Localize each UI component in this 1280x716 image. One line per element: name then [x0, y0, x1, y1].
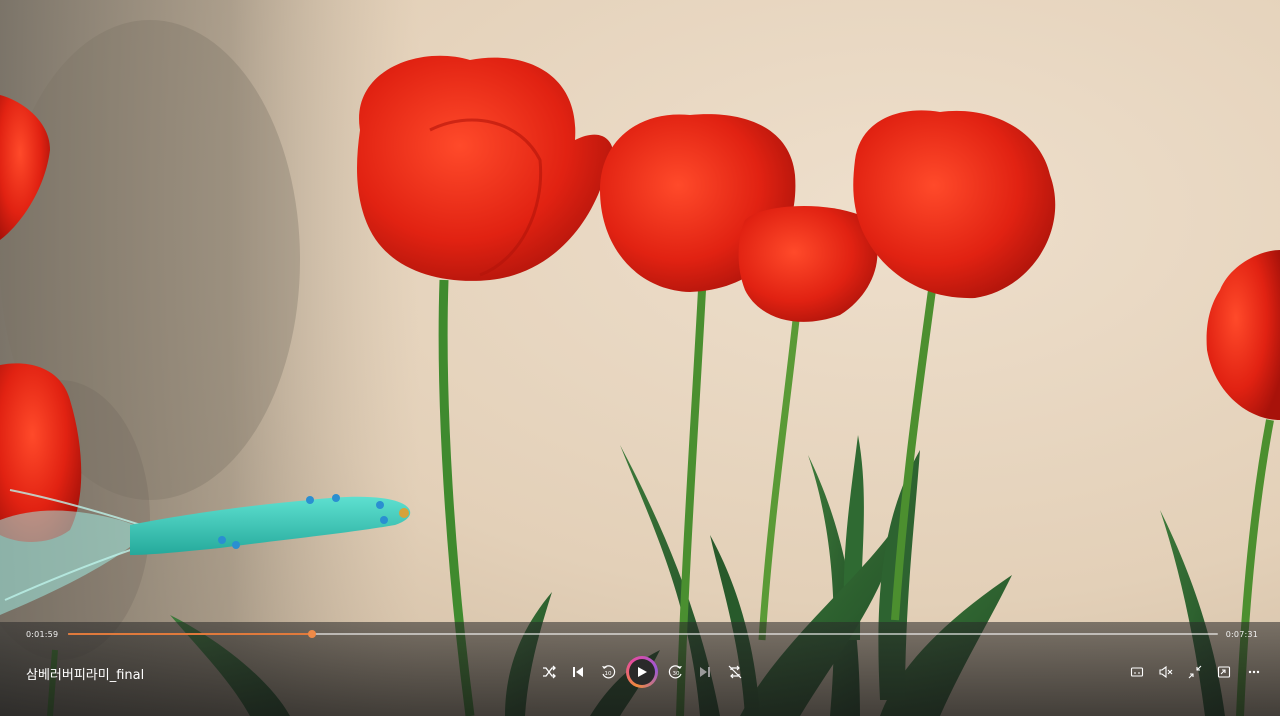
video-scene [0, 0, 1280, 716]
svg-text:30: 30 [673, 671, 680, 677]
current-time: 0:01:59 [26, 630, 59, 639]
fullscreen-exit-button[interactable] [1184, 661, 1206, 683]
forward-30-button[interactable]: 30 [665, 661, 687, 683]
captions-icon [1130, 667, 1144, 677]
shuffle-icon [543, 665, 556, 679]
mute-icon [1159, 665, 1173, 679]
more-icon [1248, 670, 1260, 674]
more-options-button[interactable] [1243, 661, 1265, 683]
media-title: 삼베러버피라미_final [26, 668, 145, 683]
rewind-10-button[interactable]: 10 [597, 661, 619, 683]
play-button-inner [629, 659, 655, 685]
fullscreen-exit-icon [1188, 665, 1202, 679]
shuffle-button[interactable] [538, 661, 560, 683]
previous-button[interactable] [567, 661, 589, 683]
previous-icon [573, 667, 583, 677]
rewind-10-icon: 10 [602, 665, 616, 679]
volume-button[interactable] [1155, 661, 1177, 683]
next-button[interactable] [694, 661, 716, 683]
seek-bar-thumb[interactable] [307, 630, 316, 638]
play-button[interactable] [626, 656, 658, 688]
mini-view-icon [1217, 666, 1231, 678]
next-icon [700, 667, 710, 677]
mini-view-button[interactable] [1213, 661, 1235, 683]
play-icon [638, 667, 647, 677]
repeat-off-icon [728, 665, 742, 679]
player-controls: 0:01:59 0:07:31 삼베러버피라미_final 10 30 [0, 622, 1280, 716]
video-frame[interactable] [0, 0, 1280, 716]
seek-bar-progress [68, 633, 312, 635]
captions-button[interactable] [1126, 661, 1148, 683]
forward-30-icon: 30 [668, 665, 682, 679]
svg-text:10: 10 [605, 671, 612, 677]
total-duration: 0:07:31 [1225, 630, 1258, 639]
seek-bar[interactable] [68, 630, 1218, 638]
repeat-button[interactable] [724, 661, 746, 683]
